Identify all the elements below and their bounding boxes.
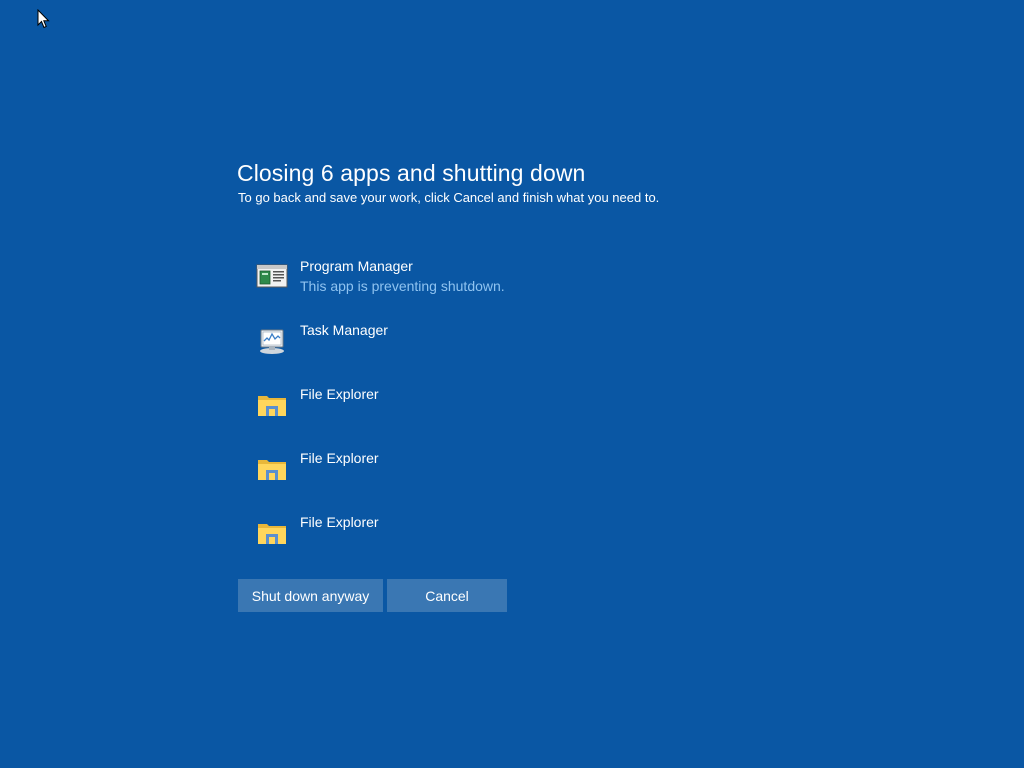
subtitle: To go back and save your work, click Can… <box>238 190 660 205</box>
folder-icon <box>258 396 286 416</box>
app-name: Task Manager <box>300 322 388 338</box>
list-item: Task Manager <box>256 320 856 384</box>
mouse-cursor-icon <box>37 9 50 29</box>
folder-icon <box>258 460 286 480</box>
app-status: This app is preventing shutdown. <box>300 278 505 294</box>
shutdown-screen: { "colors": { "background": "#0a57a4", "… <box>0 0 1024 768</box>
button-bar: Shut down anyway Cancel <box>238 579 507 612</box>
shut-down-anyway-button[interactable]: Shut down anyway <box>238 579 383 612</box>
task-manager-icon <box>260 329 284 354</box>
page-title: Closing 6 apps and shutting down <box>237 160 586 186</box>
list-item: File Explorer <box>256 384 856 448</box>
app-name: File Explorer <box>300 450 379 466</box>
list-item: File Explorer <box>256 448 856 512</box>
list-item: Program Manager This app is preventing s… <box>256 256 856 320</box>
app-name: Program Manager <box>300 258 413 274</box>
folder-icon <box>258 524 286 544</box>
app-name: File Explorer <box>300 386 379 402</box>
cancel-button[interactable]: Cancel <box>387 579 507 612</box>
program-manager-icon <box>256 264 288 288</box>
list-item: File Explorer <box>256 512 856 576</box>
app-list: Program Manager This app is preventing s… <box>256 256 856 576</box>
shutdown-dialog: Closing 6 apps and shutting down To go b… <box>237 158 857 612</box>
app-name: File Explorer <box>300 514 379 530</box>
